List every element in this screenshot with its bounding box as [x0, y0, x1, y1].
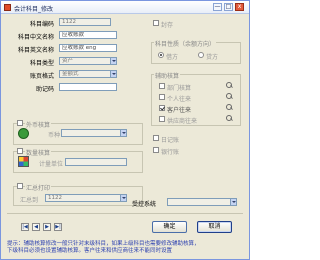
unit-field[interactable]	[65, 158, 127, 166]
debit-radio[interactable]	[158, 52, 164, 58]
bank-checkbox[interactable]	[153, 147, 159, 153]
currency-combo[interactable]	[61, 129, 127, 137]
journal-checkbox[interactable]	[153, 135, 159, 141]
prev-record-button[interactable]: ◀	[32, 223, 40, 231]
credit-radio[interactable]	[198, 52, 204, 58]
chevron-down-icon[interactable]	[110, 71, 116, 77]
account-edit-window: 会计科目_修改 — □ x 科目编码 1122 科目中文名称 应收账款 科目英文…	[0, 0, 250, 260]
aux-supplier-checkbox[interactable]	[159, 116, 165, 122]
search-icon[interactable]	[226, 104, 233, 111]
summary-title: 汇总打印	[25, 183, 52, 192]
search-icon[interactable]	[226, 115, 233, 122]
receive-system-label: 受控系统	[132, 201, 157, 208]
aux-dept-label: 部门核算	[167, 85, 192, 92]
maximize-button[interactable]: □	[224, 3, 233, 11]
mnemonic-field[interactable]	[59, 83, 117, 91]
quantity-checkbox[interactable]	[17, 148, 23, 154]
search-icon[interactable]	[226, 93, 233, 100]
seal-label: 封存	[161, 22, 174, 29]
seal-checkbox[interactable]	[153, 20, 159, 26]
cancel-button[interactable]: 取消	[197, 221, 232, 233]
search-icon[interactable]	[226, 82, 233, 89]
summary-checkbox[interactable]	[17, 183, 23, 189]
chevron-down-icon[interactable]	[230, 199, 236, 205]
window-title: 会计科目_修改	[14, 6, 54, 13]
type-combo[interactable]: 资产	[59, 57, 117, 65]
nature-title: 科目性质（余额方向）	[154, 39, 217, 48]
summary-to-value: 1122	[48, 195, 62, 201]
ok-button[interactable]: 确定	[152, 221, 187, 233]
currency-label: 币种	[48, 132, 61, 139]
quantity-icon	[18, 156, 29, 167]
code-field[interactable]: 1122	[59, 18, 111, 26]
mnemonic-label: 助记码	[35, 86, 54, 93]
format-combo[interactable]: 金额式	[59, 70, 117, 78]
credit-label: 贷方	[206, 54, 219, 61]
code-label: 科目编码	[29, 21, 54, 28]
cn-name-label: 科目中文名称	[17, 34, 54, 41]
unit-label: 计量单位	[39, 161, 64, 168]
aux-dept-checkbox[interactable]	[159, 83, 165, 89]
chevron-down-icon[interactable]	[110, 58, 116, 64]
aux-customer-checkbox[interactable]	[159, 105, 165, 111]
last-record-button[interactable]: ▶|	[54, 223, 62, 231]
chevron-down-icon[interactable]	[120, 130, 126, 136]
en-name-field[interactable]: 应收账款 eng	[59, 44, 117, 52]
journal-label: 日记账	[161, 137, 180, 144]
format-value: 金额式	[62, 71, 79, 77]
foreign-title: 外币核算	[25, 120, 52, 129]
divider	[7, 213, 243, 214]
app-icon	[4, 4, 11, 11]
title-bar: 会计科目_修改 — □ x	[1, 1, 249, 14]
aux-person-label: 个人往来	[167, 96, 192, 103]
summary-to-label: 汇总到	[20, 197, 39, 204]
en-name-label: 科目英文名称	[17, 47, 54, 54]
next-record-button[interactable]: ▶	[43, 223, 51, 231]
format-label: 账页格式	[29, 73, 54, 80]
aux-person-checkbox[interactable]	[159, 94, 165, 100]
close-button[interactable]: x	[235, 3, 244, 11]
currency-icon	[18, 128, 29, 139]
aux-title: 辅助核算	[154, 71, 181, 80]
chevron-down-icon[interactable]	[120, 195, 126, 201]
type-value: 资产	[62, 58, 74, 64]
bank-label: 银行账	[161, 149, 180, 156]
receive-system-combo[interactable]	[167, 198, 237, 206]
summary-to-combo[interactable]: 1122	[45, 194, 127, 202]
foreign-checkbox[interactable]	[17, 120, 23, 126]
hint-text: 提示：辅助核算修改一般只针对末级科目，如果上级科目也需要修改辅助核算， 下级科目…	[7, 241, 200, 254]
type-label: 科目类型	[29, 60, 54, 67]
aux-supplier-label: 供应商往来	[167, 118, 198, 125]
aux-customer-label: 客户往来	[167, 107, 192, 114]
minimize-button[interactable]: —	[213, 3, 222, 11]
first-record-button[interactable]: |◀	[21, 223, 29, 231]
debit-label: 借方	[166, 54, 179, 61]
cn-name-field[interactable]: 应收账款	[59, 31, 117, 39]
